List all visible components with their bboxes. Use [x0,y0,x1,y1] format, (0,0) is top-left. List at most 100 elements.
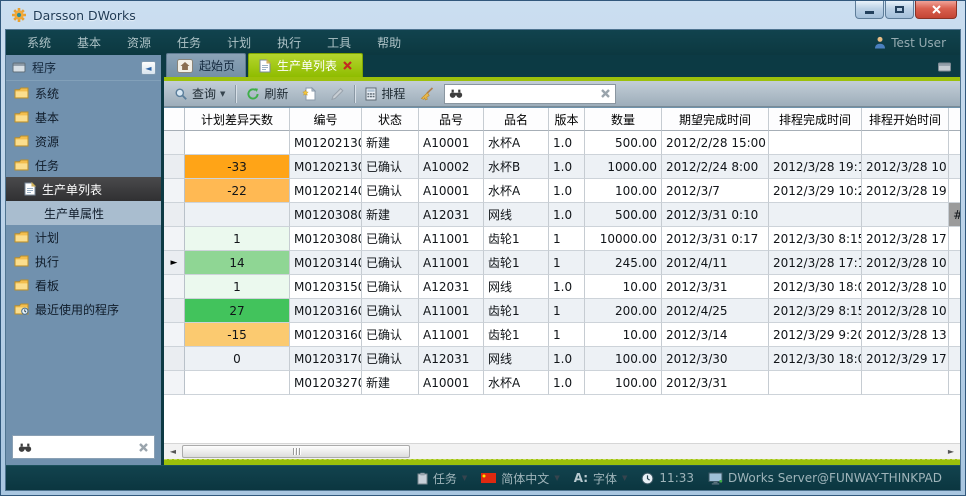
sidebar-item-6[interactable]: 计划 [6,225,161,249]
close-button[interactable] [915,1,957,19]
status-time: 11:33 [659,471,694,485]
clean-button[interactable] [415,86,438,102]
cell-status: 已确认 [362,179,419,203]
sidebar-item-7[interactable]: 执行 [6,249,161,273]
cell-lead [949,131,960,155]
table-row[interactable]: 27M012031601已确认A11001齿轮11200.002012/4/25… [164,299,960,323]
cell-expect: 2012/4/25 [662,299,769,323]
table-row[interactable]: M012030801新建A12031网线1.0500.002012/3/31 0… [164,203,960,227]
row-marker [164,323,185,347]
tab-0[interactable]: 起始页 [166,53,246,77]
cell-item: A11001 [419,227,484,251]
column-header-qty[interactable]: 数量 [585,108,662,131]
binoculars-icon [449,88,463,99]
clear-search-icon[interactable] [138,442,149,453]
column-header-expect[interactable]: 期望完成时间 [662,108,769,131]
menu-item-0[interactable]: 系统 [14,34,64,51]
cell-sched_end [769,131,862,155]
table-row[interactable]: -33M012021302已确认A10002水杯B1.01000.002012/… [164,155,960,179]
sidebar-item-5[interactable]: 生产单属性 [6,201,161,225]
menu-item-1[interactable]: 基本 [64,34,114,51]
close-tab-icon[interactable] [343,61,352,70]
maximize-icon [895,6,904,13]
sidebar-item-3[interactable]: 任务 [6,153,161,177]
cell-qty: 100.00 [585,179,662,203]
refresh-icon [246,87,260,101]
refresh-button[interactable]: 刷新 [242,84,292,103]
menu-item-7[interactable]: 帮助 [364,34,414,51]
maximize-button[interactable] [885,1,914,19]
sidebar-item-4[interactable]: 生产单列表 [6,177,161,201]
table-row[interactable]: -22M012021401已确认A10001水杯A1.0100.002012/3… [164,179,960,203]
window-list-icon[interactable] [937,60,952,72]
sidebar-item-label: 计划 [35,229,59,246]
column-header-ver[interactable]: 版本 [549,108,585,131]
menubar: 系统基本资源任务计划执行工具帮助 Test User [6,30,960,55]
column-header-item[interactable]: 品号 [419,108,484,131]
menu-item-4[interactable]: 计划 [214,34,264,51]
task-menu[interactable]: 任务 ▼ [417,470,467,487]
clock-icon [641,472,654,485]
toolbar-search [444,84,616,104]
table-row[interactable]: 1M012030802已确认A11001齿轮1110000.002012/3/3… [164,227,960,251]
clear-search-icon[interactable] [600,88,611,99]
user-area[interactable]: Test User [874,36,946,50]
cell-qty: 500.00 [585,203,662,227]
menu-item-5[interactable]: 执行 [264,34,314,51]
cell-diff: 1 [185,227,290,251]
schedule-button[interactable]: 排程 [361,84,409,103]
sidebar-title: 程序 [32,59,56,76]
sidebar-search-input[interactable] [37,440,133,454]
collapse-sidebar-button[interactable]: ◄ [141,61,156,75]
font-menu[interactable]: A: 字体 ▼ [574,470,628,487]
cell-item: A12031 [419,347,484,371]
content: 起始页生产单列表 查询 ▼ [164,55,960,465]
cell-sched_end [769,371,862,395]
column-header-name[interactable]: 品名 [484,108,549,131]
cell-no: M012031701 [290,347,362,371]
cell-no: M012021401 [290,179,362,203]
column-header-lead[interactable]: 前 [949,108,960,131]
menu-item-6[interactable]: 工具 [314,34,364,51]
cell-diff: -15 [185,323,290,347]
column-header-sched_end[interactable]: 排程完成时间 [769,108,862,131]
column-header-no[interactable]: 编号 [290,108,362,131]
table-row[interactable]: -15M012031602已确认A11001齿轮1110.002012/3/14… [164,323,960,347]
scroll-right-button[interactable]: ► [943,445,959,459]
sidebar-item-9[interactable]: 最近使用的程序 [6,297,161,321]
menu-item-2[interactable]: 资源 [114,34,164,51]
column-header-sched_start[interactable]: 排程开始时间 [862,108,949,131]
scroll-thumb[interactable] [182,445,410,458]
minimize-button[interactable] [855,1,884,19]
sidebar-item-0[interactable]: 系统 [6,81,161,105]
toolbar-separator [235,85,236,103]
sidebar-item-8[interactable]: 看板 [6,273,161,297]
sidebar-item-1[interactable]: 基本 [6,105,161,129]
table-row[interactable]: ►14M012031402已确认A11001齿轮11245.002012/4/1… [164,251,960,275]
table-row[interactable]: M012021301新建A10001水杯A1.0500.002012/2/28 … [164,131,960,155]
new-button[interactable] [298,86,320,102]
sidebar-item-label: 任务 [35,157,59,174]
table-row[interactable]: 1M012031501已确认A12031网线1.010.002012/3/312… [164,275,960,299]
sidebar-item-2[interactable]: 资源 [6,129,161,153]
cell-expect: 2012/3/14 [662,323,769,347]
toolbar-search-input[interactable] [467,87,596,101]
edit-button[interactable] [326,86,348,102]
cell-status: 已确认 [362,251,419,275]
column-header-status[interactable]: 状态 [362,108,419,131]
minimize-icon [865,11,874,14]
row-marker [164,299,185,323]
table-row[interactable]: M012032701新建A10001水杯A1.0100.002012/3/31 [164,371,960,395]
menu-item-3[interactable]: 任务 [164,34,214,51]
cell-sched_start [862,371,949,395]
query-button[interactable]: 查询 ▼ [170,84,229,103]
column-header-diff[interactable]: 计划差异天数 [185,108,290,131]
sidebar-item-label: 执行 [35,253,59,270]
sidebar: 程序 ◄ 系统基本资源任务生产单列表生产单属性计划执行看板最近使用的程序 [6,55,164,465]
scroll-left-button[interactable]: ◄ [165,445,181,459]
language-menu[interactable]: 简体中文 ▼ [481,470,559,487]
cell-ver: 1.0 [549,179,585,203]
folder-icon [14,159,29,171]
tab-1[interactable]: 生产单列表 [248,53,363,77]
table-row[interactable]: 0M012031701已确认A12031网线1.0100.002012/3/30… [164,347,960,371]
